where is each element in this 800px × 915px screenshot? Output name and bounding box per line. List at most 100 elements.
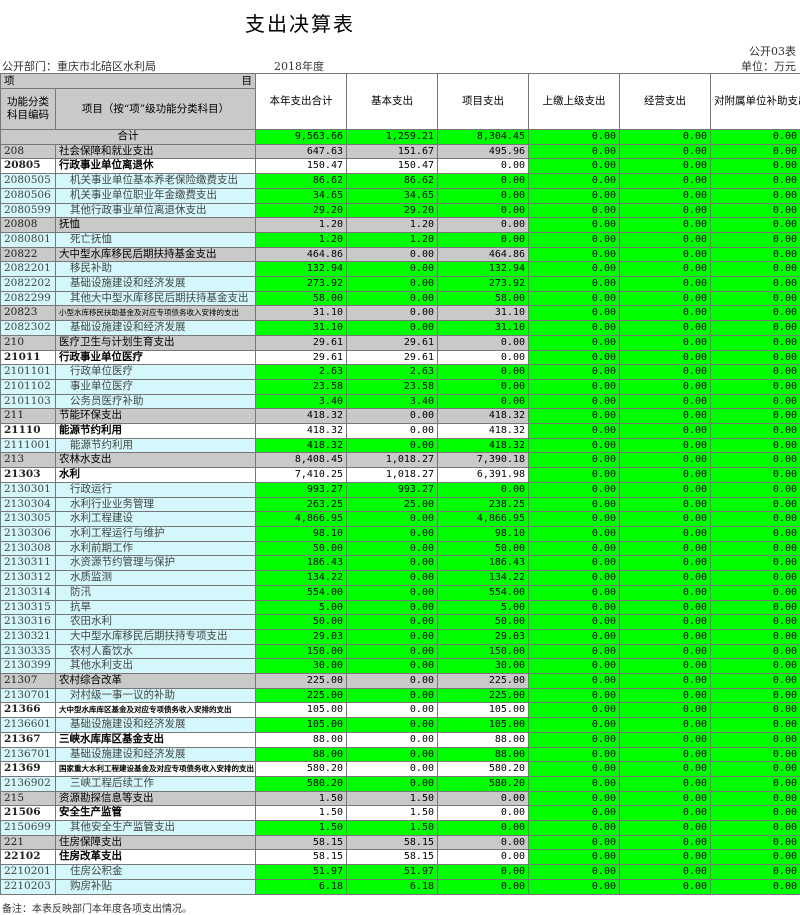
row-value: 150.47 [256, 159, 347, 174]
row-value: 1.20 [347, 218, 438, 233]
row-value: 0.00 [529, 585, 620, 600]
row-value: 0.00 [347, 424, 438, 439]
row-value: 0.00 [438, 188, 529, 203]
row-value: 1.20 [256, 218, 347, 233]
row-code: 2082299 [1, 291, 56, 306]
row-code: 2101102 [1, 379, 56, 394]
table-row: 2130321大中型水库移民后期扶持专项支出29.030.0029.030.00… [1, 629, 800, 644]
row-value: 580.20 [438, 776, 529, 791]
row-code: 20808 [1, 218, 56, 233]
row-value: 0.00 [620, 879, 711, 894]
row-code: 2101101 [1, 365, 56, 380]
row-value: 1,018.27 [347, 468, 438, 483]
row-value: 0.00 [347, 644, 438, 659]
row-value: 0.00 [438, 865, 529, 880]
row-value: 554.00 [438, 585, 529, 600]
row-value: 0.00 [438, 335, 529, 350]
table-row: 208社会保障和就业支出647.63151.67495.960.000.000.… [1, 144, 800, 159]
row-value: 31.10 [438, 306, 529, 321]
row-value: 0.00 [438, 394, 529, 409]
row-value: 29.20 [256, 203, 347, 218]
row-value: 1.50 [256, 821, 347, 836]
row-value: 0.00 [620, 203, 711, 218]
row-value: 0.00 [438, 482, 529, 497]
row-value: 31.10 [256, 321, 347, 336]
row-value: 0.00 [620, 762, 711, 777]
col-code-header: 功能分类科目编码 [1, 89, 56, 130]
row-value: 0.00 [711, 835, 800, 850]
row-code: 2136601 [1, 718, 56, 733]
table-title: 支出决算表 [0, 8, 600, 37]
row-value: 132.94 [438, 262, 529, 277]
row-code: 2080801 [1, 232, 56, 247]
row-value: 0.00 [529, 409, 620, 424]
row-value: 0.00 [347, 571, 438, 586]
row-value: 0.00 [620, 174, 711, 189]
table-row: 2130315抗旱5.000.005.000.000.000.00 [1, 600, 800, 615]
row-value: 0.00 [711, 600, 800, 615]
row-value: 0.00 [711, 130, 800, 145]
row-value: 4,866.95 [438, 512, 529, 527]
row-value: 0.00 [529, 615, 620, 630]
row-value: 0.00 [438, 850, 529, 865]
row-value: 0.00 [438, 159, 529, 174]
row-name: 水资源节约管理与保护 [56, 556, 256, 571]
row-value: 263.25 [256, 497, 347, 512]
row-value: 0.00 [529, 556, 620, 571]
row-value: 0.00 [620, 130, 711, 145]
row-value: 0.00 [620, 468, 711, 483]
row-value: 0.00 [529, 424, 620, 439]
row-value: 554.00 [256, 585, 347, 600]
row-code: 211 [1, 409, 56, 424]
table-row: 2210203购房补贴6.186.180.000.000.000.00 [1, 879, 800, 894]
row-value: 29.20 [347, 203, 438, 218]
row-value: 0.00 [620, 615, 711, 630]
row-value: 0.00 [347, 718, 438, 733]
row-value: 150.00 [438, 644, 529, 659]
table-row: 2111001能源节约利用418.320.00418.320.000.000.0… [1, 438, 800, 453]
row-value: 0.00 [711, 776, 800, 791]
row-code: 2130315 [1, 600, 56, 615]
row-value: 0.00 [529, 453, 620, 468]
row-code: 2130701 [1, 688, 56, 703]
row-value: 8,408.45 [256, 453, 347, 468]
row-value: 29.61 [347, 335, 438, 350]
row-name: 住房公积金 [56, 865, 256, 880]
row-value: 30.00 [256, 659, 347, 674]
row-value: 0.00 [529, 703, 620, 718]
table-row: 2130335农村人畜饮水150.000.00150.000.000.000.0… [1, 644, 800, 659]
table-row: 2130304水利行业业务管理263.2525.00238.250.000.00… [1, 497, 800, 512]
row-value: 647.63 [256, 144, 347, 159]
row-value: 1.50 [256, 806, 347, 821]
row-code: 2130321 [1, 629, 56, 644]
item-header-cell: 项 目 [1, 74, 256, 89]
row-name: 其他大中型水库移民后期扶持基金支出 [56, 291, 256, 306]
row-value: 0.00 [711, 291, 800, 306]
row-value: 0.00 [347, 747, 438, 762]
row-value: 0.00 [438, 806, 529, 821]
row-value: 0.00 [711, 218, 800, 233]
row-value: 0.00 [438, 791, 529, 806]
row-name: 事业单位医疗 [56, 379, 256, 394]
row-name: 基础设施建设和经济发展 [56, 321, 256, 336]
row-value: 98.10 [438, 526, 529, 541]
row-code: 2130314 [1, 585, 56, 600]
row-value: 0.00 [438, 379, 529, 394]
row-value: 0.00 [529, 600, 620, 615]
row-value: 0.00 [620, 571, 711, 586]
row-value: 0.00 [620, 585, 711, 600]
row-value: 2.63 [256, 365, 347, 380]
row-name: 水利工程运行与维护 [56, 526, 256, 541]
row-value: 31.10 [438, 321, 529, 336]
table-row: 2080801死亡抚恤1.201.200.000.000.000.00 [1, 232, 800, 247]
row-value: 0.00 [711, 262, 800, 277]
row-value: 0.00 [711, 747, 800, 762]
row-value: 50.00 [438, 615, 529, 630]
table-row: 合计9,563.661,259.218,304.450.000.000.00 [1, 130, 800, 145]
row-value: 0.00 [529, 174, 620, 189]
row-value: 0.00 [529, 188, 620, 203]
row-value: 0.00 [529, 512, 620, 527]
row-value: 418.32 [438, 409, 529, 424]
row-value: 580.20 [256, 762, 347, 777]
row-value: 0.00 [620, 497, 711, 512]
